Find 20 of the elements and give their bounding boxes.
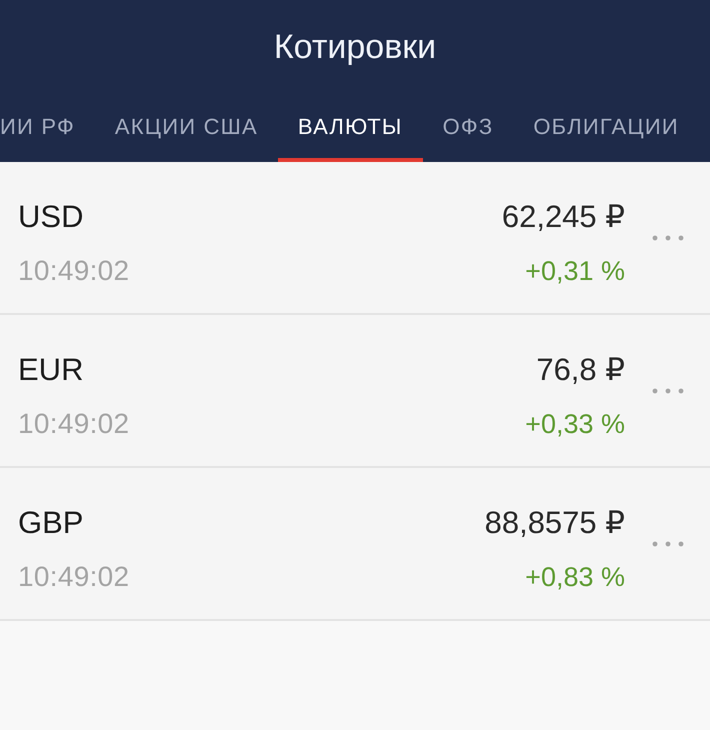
price-value: 62,245 ₽ <box>502 198 625 236</box>
change-percent: +0,31 % <box>525 254 625 288</box>
category-tab[interactable]: ОБЛИГАЦИИ <box>513 94 699 162</box>
update-time: 10:49:02 <box>18 560 130 594</box>
category-tab[interactable]: ИИ РФ <box>0 94 95 162</box>
category-tab[interactable]: ОФЗ <box>422 94 514 162</box>
screen-title: Котировки <box>274 28 436 66</box>
currency-code: GBP <box>18 504 84 542</box>
price-value: 88,8575 ₽ <box>484 504 625 542</box>
category-tab[interactable]: АКЦИИ США <box>94 94 278 162</box>
currency-code: USD <box>18 198 84 236</box>
more-icon[interactable] <box>652 540 684 546</box>
price-value: 76,8 ₽ <box>536 350 625 388</box>
update-time: 10:49:02 <box>18 406 130 440</box>
more-icon[interactable] <box>652 388 684 394</box>
currency-code: EUR <box>18 350 84 388</box>
update-time: 10:49:02 <box>18 254 130 288</box>
more-icon[interactable] <box>652 234 684 240</box>
change-percent: +0,33 % <box>525 408 625 440</box>
change-percent: +0,83 % <box>525 560 625 594</box>
